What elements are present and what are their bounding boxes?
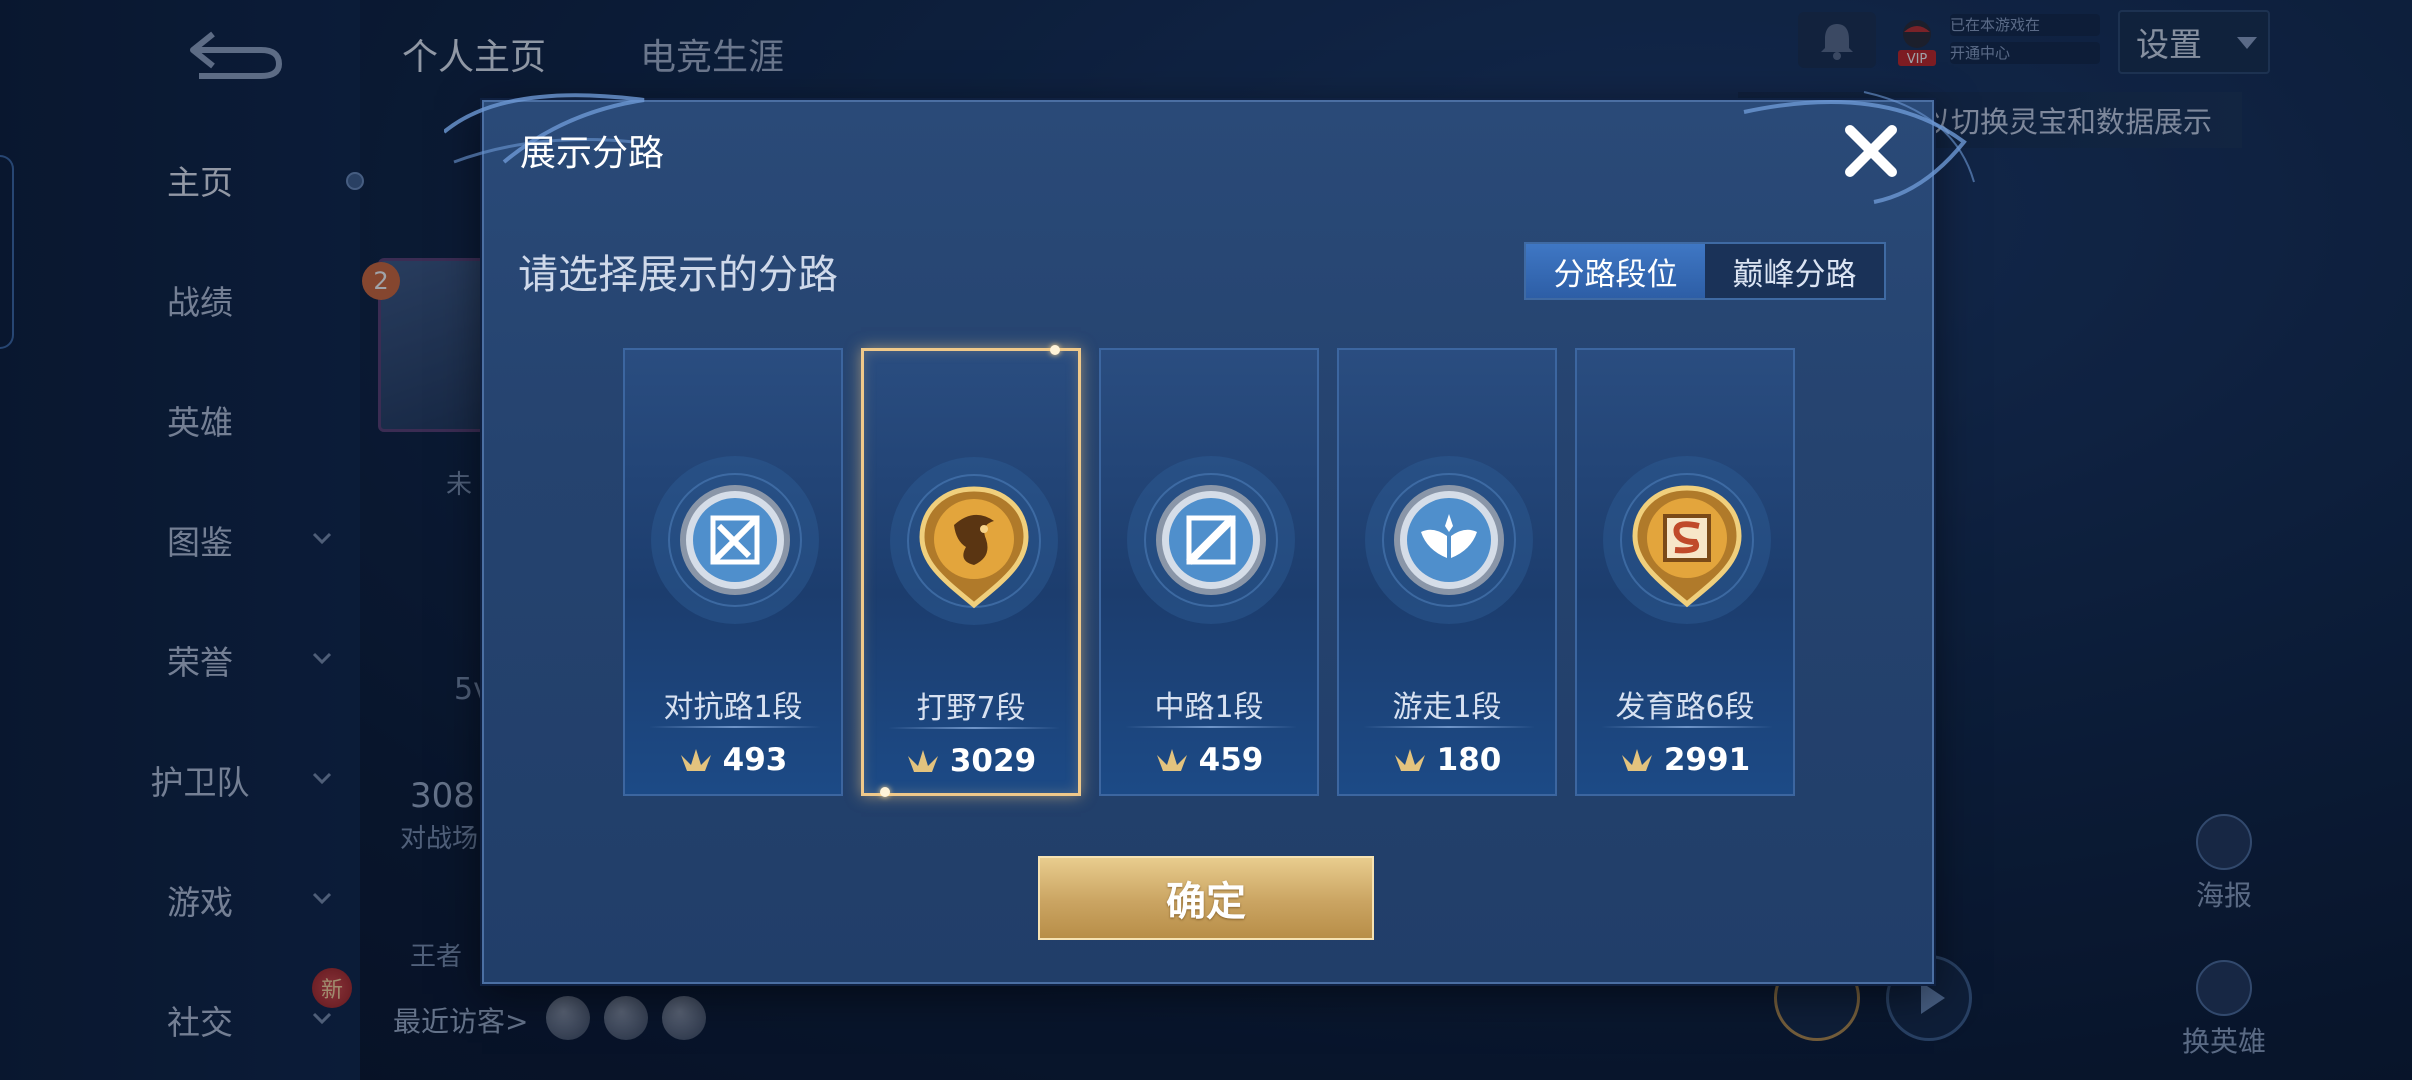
tab-peak-lane[interactable]: 巅峰分路 [1705,244,1884,298]
lane-name: 对抗路1段 [663,690,803,725]
points-value: 493 [722,742,788,778]
lane-name: 游走1段 [1392,690,1502,725]
roam-emblem-icon [1365,456,1533,624]
points-icon [1394,749,1425,771]
points-value: 180 [1436,742,1502,778]
points-value: 2991 [1663,742,1751,778]
tab-lane-rank[interactable]: 分路段位 [1526,244,1705,298]
lane-points: 3029 [864,743,1078,779]
game-profile-screen: 主页 战绩 英雄 图鉴 荣誉 护卫队 游戏 社交 新 个人主页 电竞生涯 VIP… [0,0,2412,1080]
selection-sparkle [880,787,890,797]
lane-name: 中路1段 [1154,690,1264,725]
divider [1125,726,1297,728]
lane-card-farm[interactable]: 发育路6段 2991 [1575,348,1795,796]
confirm-button[interactable]: 确定 [1038,856,1374,940]
dialog-subtitle: 请选择展示的分路 [518,252,838,298]
points-value: 459 [1198,742,1264,778]
dialog-ornament [444,91,1975,204]
lane-points: 493 [625,742,841,778]
points-icon [1621,749,1652,771]
farm-lane-emblem-icon [1603,456,1771,624]
close-icon[interactable] [1834,114,1908,188]
clash-lane-emblem-icon [651,456,819,624]
lane-card-clash[interactable]: 对抗路1段 493 [623,348,843,796]
lane-points: 459 [1101,742,1317,778]
jungle-emblem-icon [890,457,1058,625]
divider [1363,726,1535,728]
dialog-title: 展示分路 [520,133,665,174]
lane-card-jungle[interactable]: 打野7段 3029 [861,345,1081,797]
lane-name: 打野7段 [916,691,1026,726]
mid-lane-emblem-icon [1127,456,1295,624]
points-value: 3029 [949,743,1037,779]
lane-points: 180 [1339,742,1555,778]
selection-sparkle [1050,345,1060,355]
lane-type-toggle: 分路段位 巅峰分路 [1524,242,1886,300]
divider [1601,726,1773,728]
points-icon [680,749,711,771]
lane-card-mid[interactable]: 中路1段 459 [1099,348,1319,796]
lane-display-dialog: 展示分路 请选择展示的分路 分路段位 巅峰分路 对抗路1段 493 打野7段 3… [444,91,1975,984]
lane-card-roam[interactable]: 游走1段 180 [1337,348,1557,796]
lane-name: 发育路6段 [1615,690,1755,725]
points-icon [1156,749,1187,771]
lane-points: 2991 [1577,742,1793,778]
points-icon [907,750,938,772]
divider [888,727,1060,729]
divider [649,726,821,728]
